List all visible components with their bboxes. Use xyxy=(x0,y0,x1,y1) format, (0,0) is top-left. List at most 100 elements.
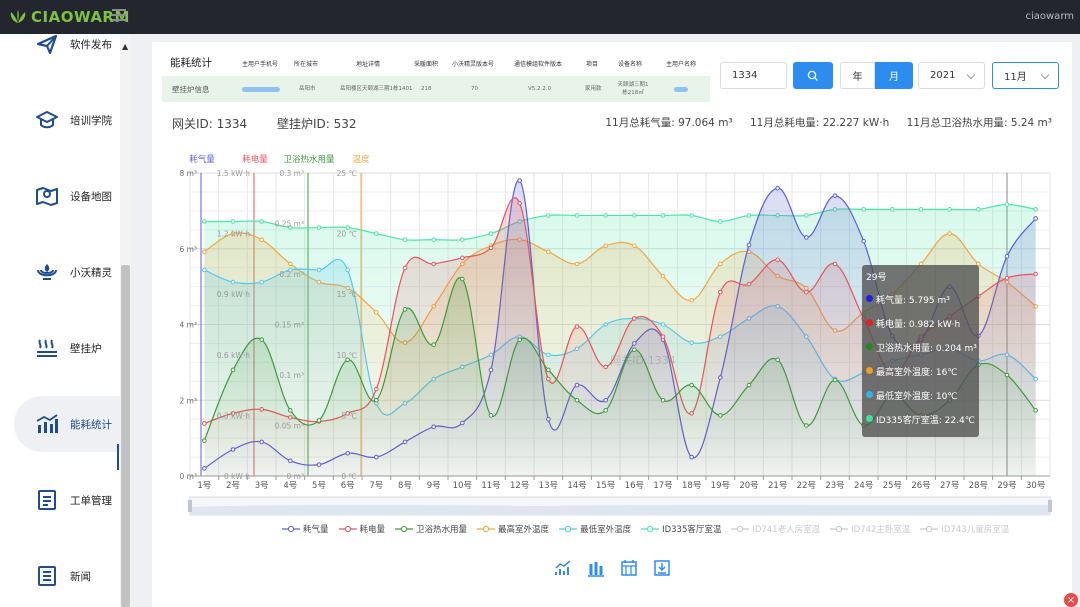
data-point[interactable] xyxy=(861,238,866,244)
legend-item[interactable]: 最低室外温度 xyxy=(559,523,631,535)
data-point[interactable] xyxy=(918,207,924,212)
legend-item[interactable]: ID741老人房室温 xyxy=(731,523,820,535)
legend-item[interactable]: ID335客厅室温 xyxy=(641,523,721,535)
data-point[interactable] xyxy=(1033,271,1038,277)
data-point[interactable] xyxy=(947,231,952,236)
data-point[interactable] xyxy=(632,347,637,353)
data-point[interactable] xyxy=(804,289,809,295)
data-point[interactable] xyxy=(861,207,866,212)
data-point[interactable] xyxy=(746,242,752,248)
data-point[interactable] xyxy=(402,265,408,271)
legend-item[interactable]: 耗气量 xyxy=(282,523,329,535)
data-point[interactable] xyxy=(660,397,666,403)
data-point[interactable] xyxy=(431,261,436,267)
data-point[interactable] xyxy=(775,185,780,191)
data-point[interactable] xyxy=(775,257,780,263)
data-point[interactable] xyxy=(689,213,694,218)
data-point[interactable] xyxy=(603,213,608,218)
data-point[interactable] xyxy=(288,408,293,413)
data-point[interactable] xyxy=(374,386,379,392)
data-point[interactable] xyxy=(546,367,551,373)
data-point[interactable] xyxy=(316,418,322,423)
data-point[interactable] xyxy=(259,237,264,242)
data-point[interactable] xyxy=(374,231,379,236)
data-point[interactable] xyxy=(488,231,494,236)
close-icon[interactable]: × xyxy=(1064,593,1078,607)
data-point[interactable] xyxy=(488,413,494,418)
data-point[interactable] xyxy=(517,201,522,206)
data-point[interactable] xyxy=(1033,216,1038,221)
data-point[interactable] xyxy=(660,213,666,218)
data-point[interactable] xyxy=(804,423,809,428)
data-point[interactable] xyxy=(1033,207,1038,212)
data-point[interactable] xyxy=(488,245,494,251)
data-point[interactable] xyxy=(660,273,666,279)
line-chart-icon[interactable] xyxy=(554,559,572,577)
data-point[interactable] xyxy=(546,352,551,358)
data-point[interactable] xyxy=(517,337,522,342)
data-point[interactable] xyxy=(947,207,952,212)
data-point[interactable] xyxy=(746,281,752,287)
data-point[interactable] xyxy=(546,249,551,255)
data-point[interactable] xyxy=(288,261,293,267)
data-point[interactable] xyxy=(460,276,465,282)
data-point[interactable] xyxy=(603,364,608,370)
data-view-icon[interactable] xyxy=(620,559,638,577)
data-point[interactable] xyxy=(574,261,580,267)
data-point[interactable] xyxy=(316,267,322,273)
data-point[interactable] xyxy=(775,357,780,363)
data-point[interactable] xyxy=(632,213,637,218)
data-point[interactable] xyxy=(603,322,608,327)
data-point[interactable] xyxy=(746,213,752,218)
data-point[interactable] xyxy=(202,438,207,443)
data-point[interactable] xyxy=(202,267,207,273)
data-point[interactable] xyxy=(402,307,408,312)
data-point[interactable] xyxy=(603,408,608,413)
data-point[interactable] xyxy=(1033,408,1038,413)
data-point[interactable] xyxy=(230,367,236,373)
data-point[interactable] xyxy=(402,237,408,242)
data-point[interactable] xyxy=(202,249,207,255)
data-point[interactable] xyxy=(460,255,465,261)
legend-item[interactable]: 卫浴热水用量 xyxy=(395,523,467,535)
data-point[interactable] xyxy=(230,279,236,285)
data-point[interactable] xyxy=(517,178,522,183)
data-point[interactable] xyxy=(718,261,723,267)
data-point[interactable] xyxy=(574,324,580,329)
data-point[interactable] xyxy=(230,219,236,224)
data-point[interactable] xyxy=(460,237,465,242)
data-point[interactable] xyxy=(632,243,637,249)
data-point[interactable] xyxy=(632,316,637,321)
data-point[interactable] xyxy=(832,193,838,199)
data-point[interactable] xyxy=(890,207,895,212)
data-point[interactable] xyxy=(202,421,207,426)
save-image-icon[interactable] xyxy=(653,559,671,577)
data-point[interactable] xyxy=(746,382,752,388)
data-zoom-handle-left[interactable] xyxy=(188,500,192,512)
data-point[interactable] xyxy=(1004,202,1010,207)
legend-item[interactable]: ID742主卧室温 xyxy=(830,523,910,535)
legend-item[interactable]: 最高室外温度 xyxy=(477,523,549,535)
data-point[interactable] xyxy=(660,334,666,339)
data-point[interactable] xyxy=(431,237,436,242)
data-point[interactable] xyxy=(431,342,436,348)
data-point[interactable] xyxy=(574,213,580,218)
data-point[interactable] xyxy=(603,243,608,249)
data-point[interactable] xyxy=(374,397,379,403)
data-point[interactable] xyxy=(259,279,264,285)
data-point[interactable] xyxy=(316,225,322,230)
legend-item[interactable]: ID743儿童房室温 xyxy=(920,523,1009,535)
data-point[interactable] xyxy=(832,377,838,383)
data-point[interactable] xyxy=(804,235,809,240)
data-point[interactable] xyxy=(976,207,981,212)
bar-chart-icon[interactable] xyxy=(587,559,605,577)
data-point[interactable] xyxy=(718,289,723,295)
data-point[interactable] xyxy=(718,413,723,418)
data-point[interactable] xyxy=(689,382,694,388)
data-point[interactable] xyxy=(202,219,207,224)
data-point[interactable] xyxy=(804,213,809,218)
data-point[interactable] xyxy=(660,322,666,327)
data-zoom-handle-right[interactable] xyxy=(1048,500,1052,512)
data-point[interactable] xyxy=(374,310,379,315)
legend-item[interactable]: 耗电量 xyxy=(338,523,385,535)
